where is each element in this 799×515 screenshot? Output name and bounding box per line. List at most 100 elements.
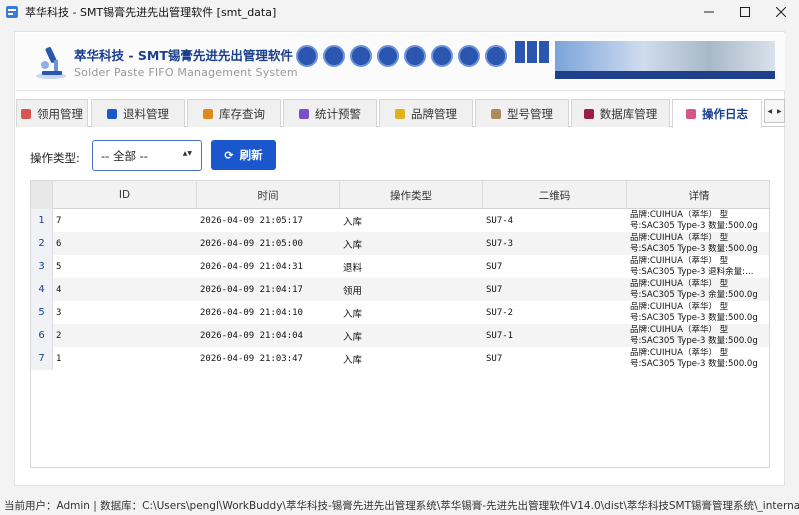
detail-line: 号:SAC305 Type-3 数量:500.0g — [630, 312, 758, 323]
tab-model-management[interactable]: 型号管理 — [475, 99, 569, 127]
tab-label: 型号管理 — [507, 106, 553, 121]
detail-line: 品牌:CUIHUA（萃华） 型 — [630, 302, 729, 312]
detail-line: 品牌:CUIHUA（萃华） 型 — [630, 256, 729, 266]
banner-feature-icon — [404, 45, 426, 67]
operation-type-label: 操作类型: — [30, 151, 80, 165]
detail-line: 号:SAC305 Type-3 数量:500.0g — [630, 335, 758, 346]
row-number[interactable]: 2 — [31, 232, 53, 255]
table-row[interactable]: 1 7 2026-04-09 21:05:17 入库 SU7-4 品牌:CUIHUA（萃华… — [31, 209, 769, 232]
banner-feature-icon — [350, 45, 372, 67]
detail-line: 品牌:CUIHUA（萃华） 型 — [630, 210, 729, 220]
tab-statistics-alert[interactable]: 统计预警 — [283, 99, 377, 127]
tab-brand-management[interactable]: 品牌管理 — [379, 99, 473, 127]
detail-line: 品牌:CUIHUA（萃华） 型 — [630, 325, 729, 335]
tab-inventory-query[interactable]: 库存查询 — [187, 99, 281, 127]
cell-time: 2026-04-09 21:04:17 — [200, 284, 303, 295]
tab-label: 统计预警 — [315, 106, 361, 121]
cell-time: 2026-04-09 21:05:17 — [200, 215, 303, 226]
maximize-button[interactable] — [727, 0, 763, 24]
tab-scroll-right-button[interactable]: ▶ — [775, 100, 785, 122]
cell-detail: 品牌:CUIHUA（萃华） 型号:SAC305 Type-3 退料余量:… — [627, 255, 769, 278]
detail-line: 品牌:CUIHUA（萃华） 型 — [630, 348, 729, 358]
box-icon — [203, 108, 213, 119]
detail-line: 号:SAC305 Type-3 数量:500.0g — [630, 358, 758, 369]
issue-icon — [21, 108, 31, 119]
microscope-logo-icon — [36, 47, 66, 79]
cell-id: 2 — [56, 330, 62, 341]
tab-bar: 领用管理 退料管理 库存查询 统计预警 品牌管理 型号管理 数据库管理 操作日志… — [16, 99, 785, 128]
column-header-id[interactable]: ID — [53, 181, 197, 209]
table-row[interactable]: 5 3 2026-04-09 21:04:10 入库 SU7-2 品牌:CUIHUA（萃华… — [31, 301, 769, 324]
row-number[interactable]: 7 — [31, 347, 53, 370]
table-row[interactable]: 7 1 2026-04-09 21:03:47 入库 SU7 品牌:CUIHUA（萃华） … — [31, 347, 769, 370]
cell-id: 3 — [56, 307, 62, 318]
tab-database-management[interactable]: 数据库管理 — [571, 99, 670, 127]
title-bar: 萃华科技 - SMT锡膏先进先出管理软件 [smt_data] — [0, 0, 799, 24]
banner-feature-icon — [431, 45, 453, 67]
cell-type: 入库 — [343, 308, 363, 320]
banner-tag-icon — [527, 41, 537, 63]
column-header-detail[interactable]: 详情 — [627, 181, 769, 209]
column-header-qrcode[interactable]: 二维码 — [483, 181, 627, 209]
tab-label: 领用管理 — [37, 106, 83, 121]
tag-icon — [395, 108, 405, 119]
detail-line: 号:SAC305 Type-3 余量:500.0g — [630, 289, 758, 300]
tab-issue-management[interactable]: 领用管理 — [16, 99, 88, 127]
refresh-icon: ⟳ — [224, 148, 234, 162]
cell-time: 2026-04-09 21:04:04 — [200, 330, 303, 341]
operation-type-select[interactable]: -- 全部 -- ▲▼ — [92, 140, 202, 171]
refresh-button[interactable]: ⟳ 刷新 — [211, 140, 276, 170]
clipboard-icon — [491, 108, 501, 119]
banner-factory-photos — [555, 41, 775, 71]
detail-line: 号:SAC305 Type-3 数量:500.0g — [630, 220, 758, 231]
tab-scroll-left-button[interactable]: ◀ — [765, 100, 775, 122]
table-row[interactable]: 4 4 2026-04-09 21:04:17 领用 SU7 品牌:CUIHUA（萃华） … — [31, 278, 769, 301]
tab-return-management[interactable]: 退料管理 — [91, 99, 185, 127]
cell-id: 5 — [56, 261, 62, 272]
close-icon — [776, 7, 786, 17]
minimize-icon — [704, 11, 714, 13]
return-icon — [107, 108, 117, 119]
close-button[interactable] — [763, 0, 799, 24]
detail-line: 号:SAC305 Type-3 数量:500.0g — [630, 243, 758, 254]
row-number[interactable]: 5 — [31, 301, 53, 324]
column-header-time[interactable]: 时间 — [197, 181, 340, 209]
banner-feature-icon — [377, 45, 399, 67]
banner-feature-icon — [458, 45, 480, 67]
banner-feature-icon — [485, 45, 507, 67]
cell-type: 入库 — [343, 239, 363, 251]
tab-label: 数据库管理 — [599, 106, 658, 121]
app-icon — [6, 6, 18, 18]
cell-qrcode: SU7 — [486, 284, 503, 295]
brand-title-cn: 萃华科技 - SMT锡膏先进先出管理软件 — [74, 48, 293, 63]
cell-type: 入库 — [343, 354, 363, 366]
row-number[interactable]: 1 — [31, 209, 53, 232]
table-row[interactable]: 6 2 2026-04-09 21:04:04 入库 SU7-1 品牌:CUIHUA（萃华… — [31, 324, 769, 347]
cell-id: 1 — [56, 353, 62, 364]
minimize-button[interactable] — [691, 0, 727, 24]
banner-tag-icon — [539, 41, 549, 63]
main-frame: 萃华科技 - SMT锡膏先进先出管理软件 Solder Paste FIFO M… — [14, 31, 785, 486]
tab-label: 库存查询 — [219, 106, 265, 121]
cell-time: 2026-04-09 21:03:47 — [200, 353, 303, 364]
cell-detail: 品牌:CUIHUA（萃华） 型号:SAC305 Type-3 数量:500.0g — [627, 232, 769, 255]
table-row[interactable]: 2 6 2026-04-09 21:05:00 入库 SU7-3 品牌:CUIHUA（萃华… — [31, 232, 769, 255]
cell-qrcode: SU7-2 — [486, 307, 514, 318]
detail-line: 品牌:CUIHUA（萃华） 型 — [630, 233, 729, 243]
detail-line: 号:SAC305 Type-3 退料余量:… — [630, 266, 754, 277]
tab-label: 操作日志 — [702, 107, 748, 121]
row-number[interactable]: 4 — [31, 278, 53, 301]
column-header-type[interactable]: 操作类型 — [340, 181, 483, 209]
banner-feature-icon — [296, 45, 318, 67]
operation-log-table: ID 时间 操作类型 二维码 详情 1 7 2026-04-09 21:05:17 入… — [30, 180, 770, 468]
row-number[interactable]: 6 — [31, 324, 53, 347]
tab-label: 退料管理 — [123, 106, 169, 121]
table-row[interactable]: 3 5 2026-04-09 21:04:31 退料 SU7 品牌:CUIHUA（萃华） … — [31, 255, 769, 278]
table-corner[interactable] — [31, 181, 53, 209]
table-header: ID 时间 操作类型 二维码 详情 — [31, 181, 769, 209]
cell-type: 领用 — [343, 285, 363, 297]
brand-title-en: Solder Paste FIFO Management System — [74, 66, 298, 79]
row-number[interactable]: 3 — [31, 255, 53, 278]
tab-operation-log[interactable]: 操作日志 — [672, 99, 762, 128]
cell-id: 7 — [56, 215, 62, 226]
